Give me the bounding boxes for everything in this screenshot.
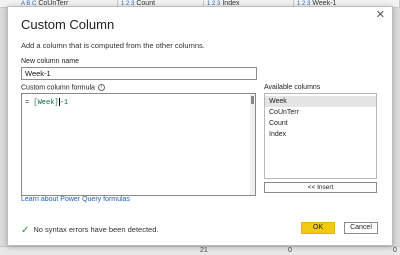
checkmark-icon: ✓ (21, 225, 30, 236)
dialog-title: Custom Column (21, 17, 115, 32)
available-column-item[interactable]: Index (265, 129, 376, 140)
grid-cell: 21 (200, 247, 208, 254)
formula-text: = [Week]-1 (25, 98, 68, 107)
custom-column-dialog: ✕ Custom Column Add a column that is com… (7, 6, 393, 246)
insert-button[interactable]: << Insert (264, 182, 377, 193)
formula-number: 1 (63, 98, 69, 107)
available-column-item[interactable]: CoUnTerr (265, 107, 376, 118)
new-column-name-input[interactable]: Week-1 (21, 67, 257, 80)
cancel-button[interactable]: Cancel (344, 222, 378, 234)
formula-label: Custom column formula (21, 84, 95, 92)
available-column-item[interactable]: Count (265, 118, 376, 129)
background-grid-row: 21 0 0 (0, 246, 400, 255)
grid-cell: 0 (393, 247, 397, 254)
grid-cell: 0 (288, 247, 292, 254)
formula-label-row: Custom column formula i (21, 84, 105, 91)
formula-column-ref: [Week] (33, 98, 59, 107)
learn-formulas-link[interactable]: Learn about Power Query formulas (21, 196, 130, 203)
formula-equals: = (25, 98, 30, 107)
available-column-item[interactable]: Week (265, 96, 376, 107)
ok-button[interactable]: OK (301, 222, 335, 234)
formula-editor[interactable]: = [Week]-1 (21, 93, 256, 196)
new-column-name-label: New column name (21, 58, 79, 65)
dialog-description: Add a column that is computed from the o… (21, 41, 205, 50)
scrollbar-thumb[interactable] (251, 96, 254, 104)
formula-scrollbar[interactable] (250, 94, 255, 195)
available-columns-list: Week CoUnTerr Count Index (264, 93, 377, 179)
available-columns-label: Available columns (264, 84, 321, 91)
close-icon[interactable]: ✕ (376, 9, 385, 21)
syntax-status: ✓ No syntax errors have been detected. (21, 225, 158, 236)
info-icon[interactable]: i (97, 84, 105, 91)
status-text: No syntax errors have been detected. (33, 225, 159, 234)
